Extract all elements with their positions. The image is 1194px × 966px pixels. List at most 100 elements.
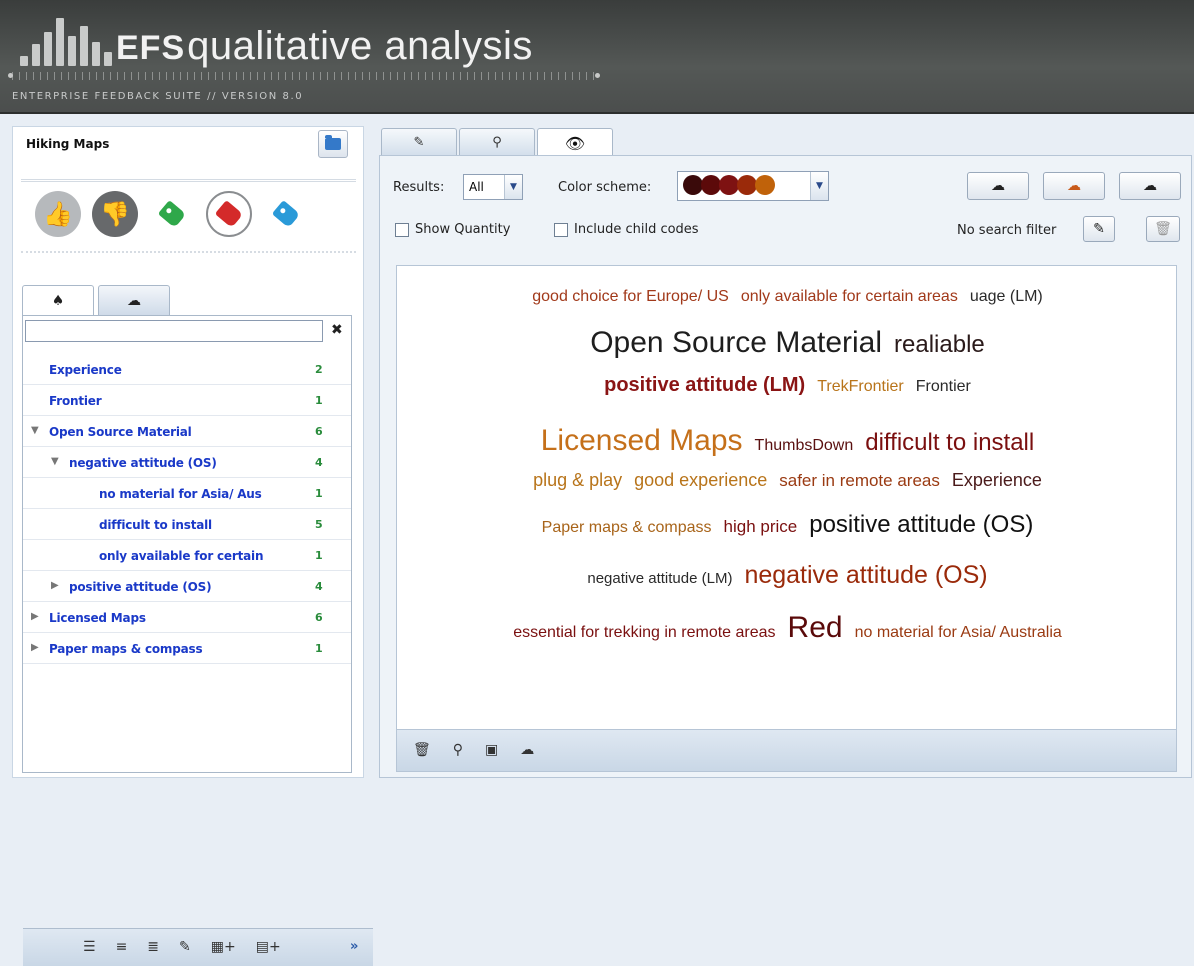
tree-row-label: Licensed Maps <box>49 611 146 625</box>
tree-row-label: no material for Asia/ Aus <box>99 487 262 501</box>
tree-row[interactable]: no material for Asia/ Aus 1 <box>23 478 351 509</box>
tree-row-label: Paper maps & compass <box>49 642 203 656</box>
chevron-down-icon: ▼ <box>504 175 522 199</box>
tree-row[interactable]: ▼ negative attitude (OS) 4 <box>23 447 351 478</box>
cloud-line: good choice for Europe/ US only available… <box>397 288 1178 306</box>
cloud-icon[interactable]: ☁ <box>98 285 170 315</box>
cloud-line: essential for trekking in remote areas Re… <box>397 611 1178 645</box>
cloud-word[interactable]: TrekFrontier <box>817 378 904 396</box>
cloud-upload-icon[interactable]: ☁ <box>967 172 1029 200</box>
thumbs-up-icon[interactable]: 👍 <box>35 191 81 237</box>
cloud-word[interactable]: good experience <box>634 470 767 491</box>
cloud-word[interactable]: Paper maps & compass <box>542 519 712 537</box>
tree-row[interactable]: Frontier 1 <box>23 385 351 416</box>
more-icon[interactable]: » <box>350 939 358 954</box>
view-tab-eye-icon[interactable]: 👁 <box>537 128 613 157</box>
tree-row-label: Frontier <box>49 394 102 408</box>
cloud-line: Licensed Maps ThumbsDown difficult to inst… <box>397 424 1178 458</box>
cloud-word[interactable]: no material for Asia/ Australia <box>855 624 1062 642</box>
search-filter-status: No search filter <box>957 223 1057 238</box>
word-cloud: good choice for Europe/ US only available… <box>396 265 1177 730</box>
tree-row-label: only available for certain <box>99 549 264 563</box>
cloud-word[interactable]: Red <box>788 611 843 645</box>
checkbox-box[interactable] <box>395 222 409 237</box>
clear-search-icon[interactable]: ✖ <box>331 322 343 338</box>
tree-list: Experience 2 Frontier 1 ▼ Open Source Materia… <box>23 354 351 664</box>
cloud-word[interactable]: positive attitude (LM) <box>604 374 805 397</box>
green-tag-icon[interactable] <box>149 191 195 237</box>
blue-tag-icon[interactable] <box>263 191 309 237</box>
cloud-color-icon[interactable]: ☁ <box>1043 172 1105 200</box>
edit-tab-icon[interactable]: ✎ <box>381 128 457 156</box>
tree-row[interactable]: ▶ positive attitude (OS) 4 <box>23 571 351 602</box>
trash-icon[interactable]: 🗑 <box>413 742 431 758</box>
cloud-word[interactable]: good choice for Europe/ US <box>532 288 729 306</box>
cloud-toolbar: 🗑 ⚲ ▣ ☁ <box>396 730 1177 772</box>
results-label: Results: <box>393 180 445 195</box>
add-subcode-icon[interactable]: ▤+ <box>256 939 281 955</box>
expand-down-icon[interactable]: ▼ <box>51 456 59 467</box>
color-scheme-label: Color scheme: <box>558 180 652 195</box>
search-tab-icon[interactable]: ⚲ <box>459 128 535 156</box>
export-image-icon[interactable]: ▣ <box>485 742 498 758</box>
cloud-line: Open Source Material realiable <box>397 326 1178 360</box>
cloud-word[interactable]: plug & play <box>533 470 622 491</box>
results-value: All <box>469 180 484 194</box>
edit-icon[interactable]: ✎ <box>179 939 191 955</box>
tree-row-label: negative attitude (OS) <box>69 456 217 470</box>
search-icon[interactable]: ⚲ <box>453 742 463 758</box>
cloud-panel: Results: All ▼ Color scheme: ▼ ☁ ☁ ☁ Sho… <box>379 155 1192 778</box>
project-title: Hiking Maps <box>26 137 110 151</box>
cloud-word[interactable]: Experience <box>952 470 1042 491</box>
checkbox-box[interactable] <box>554 222 568 237</box>
cloud-word[interactable]: realiable <box>894 331 985 359</box>
cloud-word[interactable]: difficult to install <box>865 429 1034 457</box>
cloud-word[interactable]: high price <box>724 517 798 537</box>
cloud-word[interactable]: negative attitude (LM) <box>587 570 732 587</box>
cloud-line: positive attitude (LM) TrekFrontier Fronti… <box>397 374 1178 397</box>
tree-row[interactable]: Experience 2 <box>23 354 351 385</box>
collapse-right-icon[interactable]: ▶ <box>31 611 39 622</box>
outdent-icon[interactable]: ≣ <box>147 939 159 955</box>
expand-down-icon[interactable]: ▼ <box>31 425 39 436</box>
color-scheme-select[interactable]: ▼ <box>677 171 829 201</box>
collapse-right-icon[interactable]: ▶ <box>31 642 39 653</box>
code-search-input[interactable] <box>25 320 323 342</box>
cloud-refresh-icon[interactable]: ☁ <box>520 742 534 758</box>
delete-filter-icon[interactable]: 🗑 <box>1146 216 1180 242</box>
tree-row-label: positive attitude (OS) <box>69 580 212 594</box>
tree-row[interactable]: ▼ Open Source Material 6 <box>23 416 351 447</box>
cloud-word[interactable]: safer in remote areas <box>779 471 940 491</box>
results-select[interactable]: All ▼ <box>463 174 523 200</box>
cloud-settings-icon[interactable]: ☁ <box>1119 172 1181 200</box>
tree-row-count: 6 <box>315 425 323 438</box>
open-project-button[interactable] <box>318 130 348 158</box>
cloud-word[interactable]: essential for trekking in remote areas <box>513 624 775 642</box>
tree-row[interactable]: ▶ Paper maps & compass 1 <box>23 633 351 664</box>
indent-icon[interactable]: ≡ <box>116 939 128 955</box>
cloud-line: Paper maps & compass high price positive a… <box>397 511 1178 539</box>
cloud-word[interactable]: only available for certain areas <box>741 288 958 306</box>
list-view-icon[interactable]: ☰ <box>83 939 96 955</box>
cloud-word[interactable]: ThumbsDown <box>755 437 854 455</box>
tree-view-tabs: ♠ ☁ <box>22 285 170 316</box>
collapse-right-icon[interactable]: ▶ <box>51 580 59 591</box>
add-code-icon[interactable]: ▦+ <box>211 939 236 955</box>
cloud-word[interactable]: Frontier <box>916 378 971 396</box>
show-quantity-checkbox[interactable]: Show Quantity <box>395 222 510 237</box>
thumbs-down-icon[interactable]: 👎 <box>92 191 138 237</box>
red-tag-icon[interactable] <box>206 191 252 237</box>
cloud-word[interactable]: uage (LM) <box>970 288 1043 306</box>
cloud-word[interactable]: Licensed Maps <box>541 424 743 458</box>
include-child-codes-checkbox[interactable]: Include child codes <box>554 222 699 237</box>
tree-row[interactable]: difficult to install 5 <box>23 509 351 540</box>
edit-filter-icon[interactable]: ✎ <box>1083 216 1115 242</box>
cloud-word[interactable]: positive attitude (OS) <box>809 511 1033 539</box>
cloud-word[interactable]: negative attitude (OS) <box>744 561 987 590</box>
include-child-codes-label: Include child codes <box>574 222 699 237</box>
tree-row[interactable]: ▶ Licensed Maps 6 <box>23 602 351 633</box>
tree-row[interactable]: only available for certain 1 <box>23 540 351 571</box>
cloud-word[interactable]: Open Source Material <box>590 326 882 360</box>
tree-icon[interactable]: ♠ <box>22 285 94 316</box>
tree-row-count: 4 <box>315 580 323 593</box>
